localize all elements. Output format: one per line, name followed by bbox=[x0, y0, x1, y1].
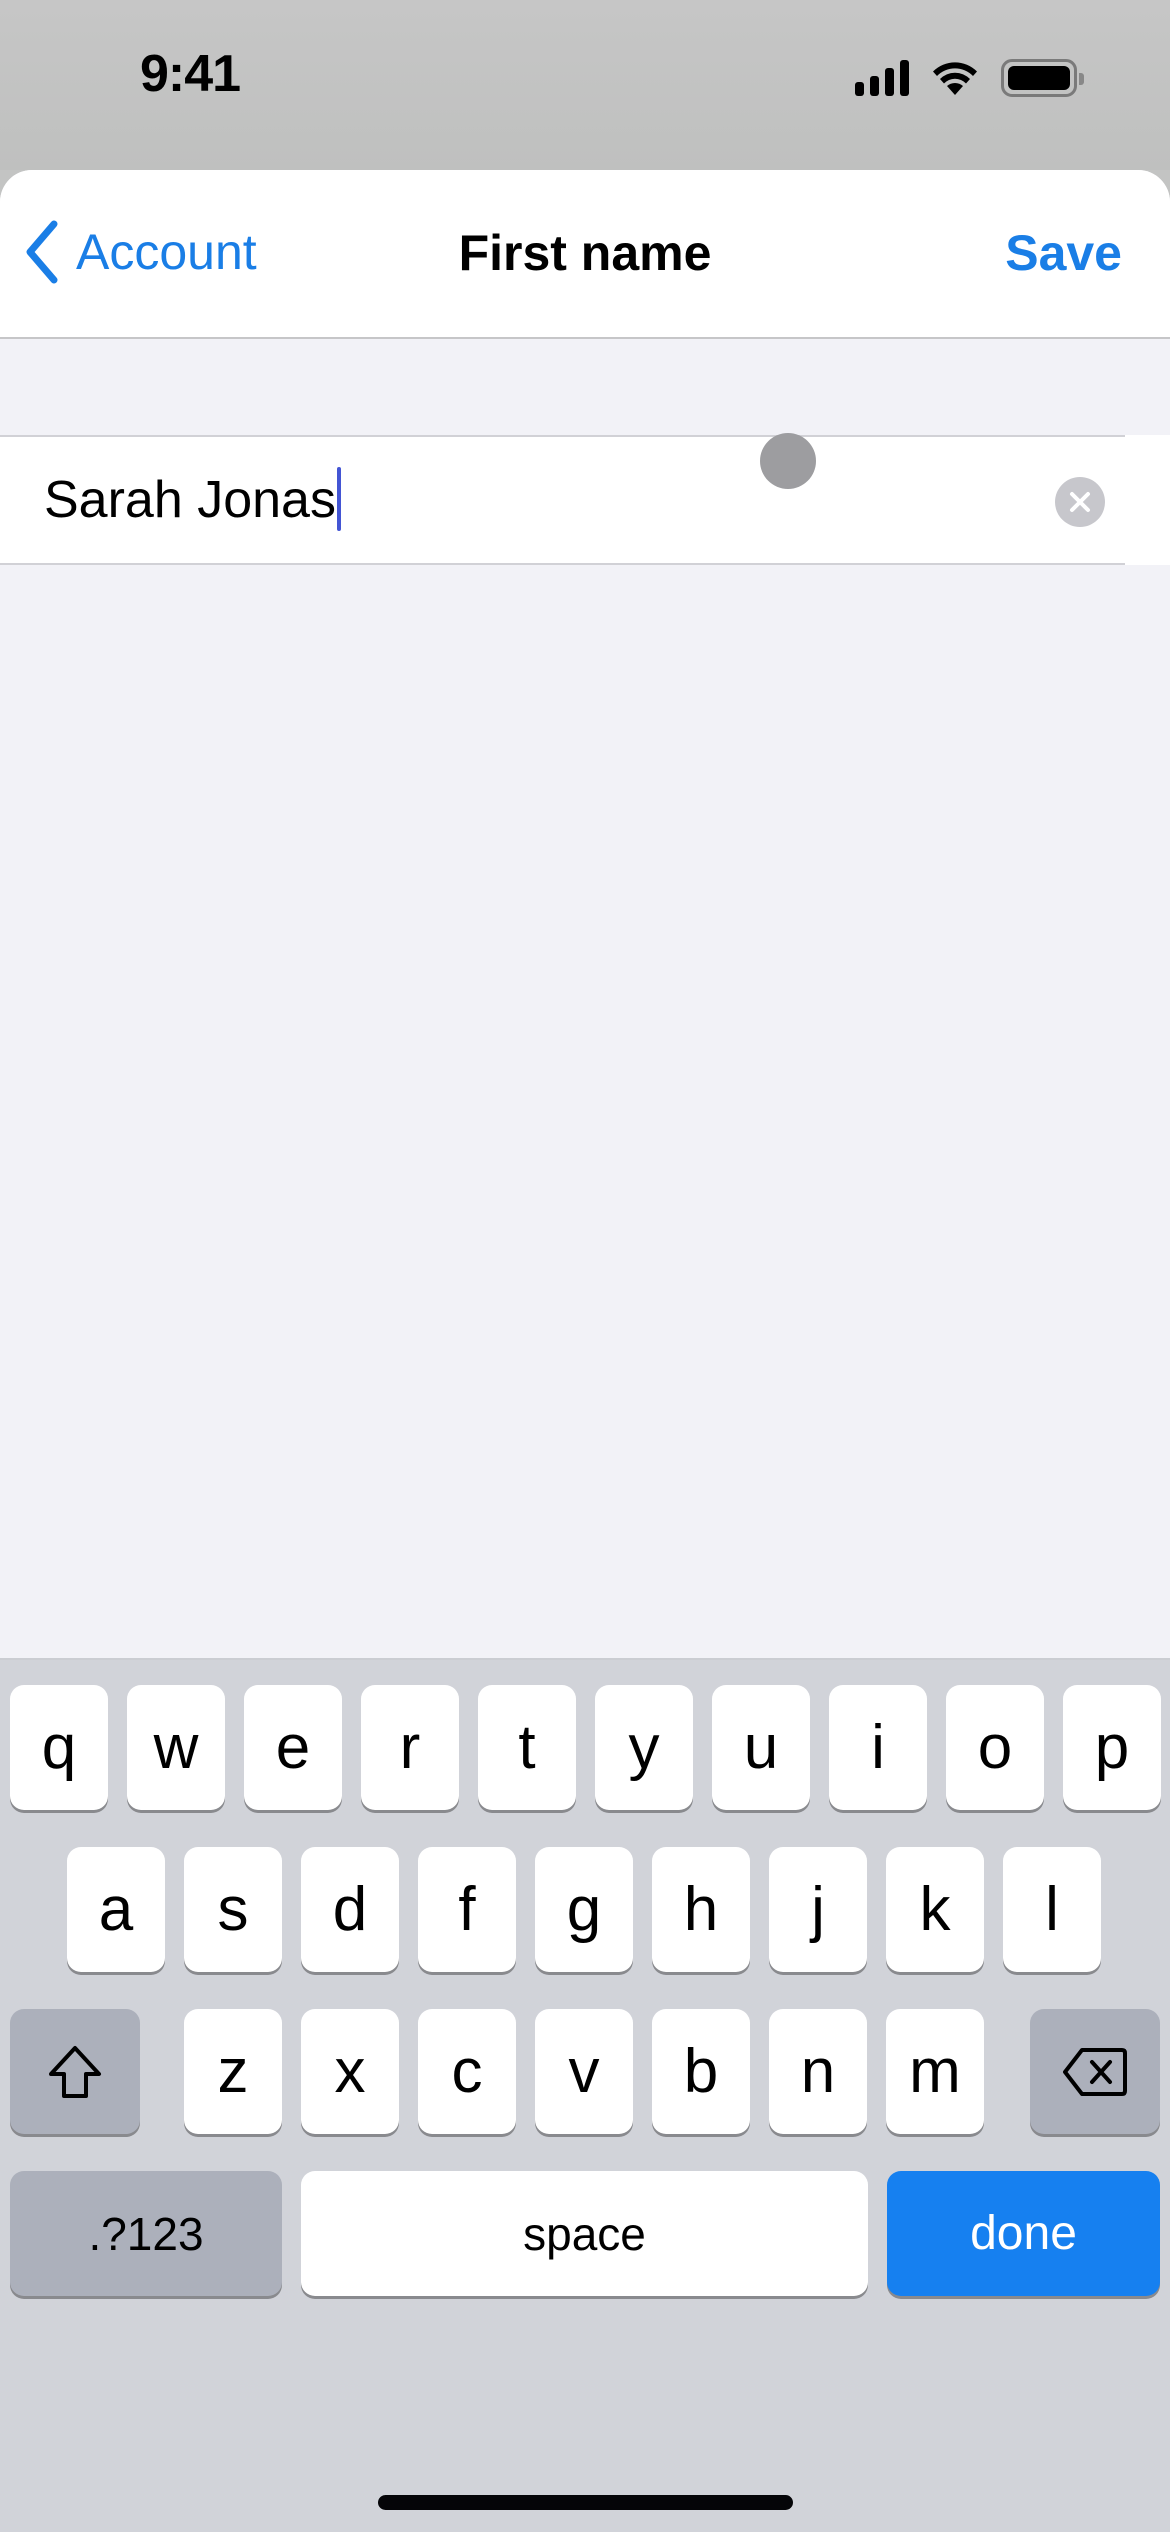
key-s[interactable]: s bbox=[184, 1847, 282, 1972]
text-caret bbox=[336, 467, 341, 532]
done-key[interactable]: done bbox=[887, 2171, 1160, 2296]
key-c[interactable]: c bbox=[418, 2009, 516, 2134]
key-g[interactable]: g bbox=[535, 1847, 633, 1972]
keyboard-row-3: zxcvbnm bbox=[0, 2009, 1170, 2134]
key-l[interactable]: l bbox=[1003, 1847, 1101, 1972]
key-p[interactable]: p bbox=[1063, 1685, 1161, 1810]
key-x[interactable]: x bbox=[301, 2009, 399, 2134]
first-name-field-row: Sarah Jonas bbox=[0, 435, 1170, 565]
key-b[interactable]: b bbox=[652, 2009, 750, 2134]
touch-indicator bbox=[760, 433, 816, 489]
numbers-key[interactable]: .?123 bbox=[10, 2171, 282, 2296]
key-k[interactable]: k bbox=[886, 1847, 984, 1972]
divider bbox=[0, 435, 1125, 437]
cellular-signal-icon bbox=[855, 60, 909, 96]
key-i[interactable]: i bbox=[829, 1685, 927, 1810]
keyboard: qwertyuiop asdfghjkl zxcvbnm .?123 space… bbox=[0, 1658, 1170, 2532]
first-name-input-value: Sarah Jonas bbox=[44, 471, 336, 529]
wifi-icon bbox=[933, 62, 977, 95]
status-time: 9:41 bbox=[140, 45, 241, 103]
keyboard-row-4: .?123 space done bbox=[0, 2171, 1170, 2296]
save-button[interactable]: Save bbox=[1005, 224, 1122, 282]
key-f[interactable]: f bbox=[418, 1847, 516, 1972]
edit-sheet: Account First name Save Sarah Jonas bbox=[0, 170, 1170, 1658]
key-y[interactable]: y bbox=[595, 1685, 693, 1810]
key-d[interactable]: d bbox=[301, 1847, 399, 1972]
delete-key[interactable] bbox=[1030, 2009, 1160, 2134]
home-indicator bbox=[378, 2495, 793, 2510]
key-j[interactable]: j bbox=[769, 1847, 867, 1972]
key-o[interactable]: o bbox=[946, 1685, 1044, 1810]
delete-backspace-icon bbox=[1063, 2047, 1127, 2096]
key-a[interactable]: a bbox=[67, 1847, 165, 1972]
shift-key[interactable] bbox=[10, 2009, 140, 2134]
key-e[interactable]: e bbox=[244, 1685, 342, 1810]
clear-circle-icon bbox=[1070, 492, 1090, 512]
shift-icon bbox=[49, 2045, 101, 2098]
key-n[interactable]: n bbox=[769, 2009, 867, 2134]
key-q[interactable]: q bbox=[10, 1685, 108, 1810]
divider bbox=[0, 563, 1125, 565]
first-name-input[interactable]: Sarah Jonas bbox=[44, 467, 1024, 533]
key-h[interactable]: h bbox=[652, 1847, 750, 1972]
key-w[interactable]: w bbox=[127, 1685, 225, 1810]
key-t[interactable]: t bbox=[478, 1685, 576, 1810]
status-icons bbox=[855, 58, 1084, 98]
battery-icon bbox=[1001, 59, 1084, 97]
key-m[interactable]: m bbox=[886, 2009, 984, 2134]
key-u[interactable]: u bbox=[712, 1685, 810, 1810]
navigation-bar: Account First name Save bbox=[0, 170, 1170, 339]
keyboard-row-1: qwertyuiop bbox=[0, 1685, 1170, 1810]
page-title: First name bbox=[458, 225, 712, 281]
key-z[interactable]: z bbox=[184, 2009, 282, 2134]
space-key[interactable]: space bbox=[301, 2171, 868, 2296]
key-v[interactable]: v bbox=[535, 2009, 633, 2134]
status-bar: 9:41 bbox=[0, 0, 1170, 170]
clear-text-button[interactable] bbox=[1055, 477, 1105, 527]
key-r[interactable]: r bbox=[361, 1685, 459, 1810]
keyboard-row-2: asdfghjkl bbox=[0, 1847, 1170, 1972]
